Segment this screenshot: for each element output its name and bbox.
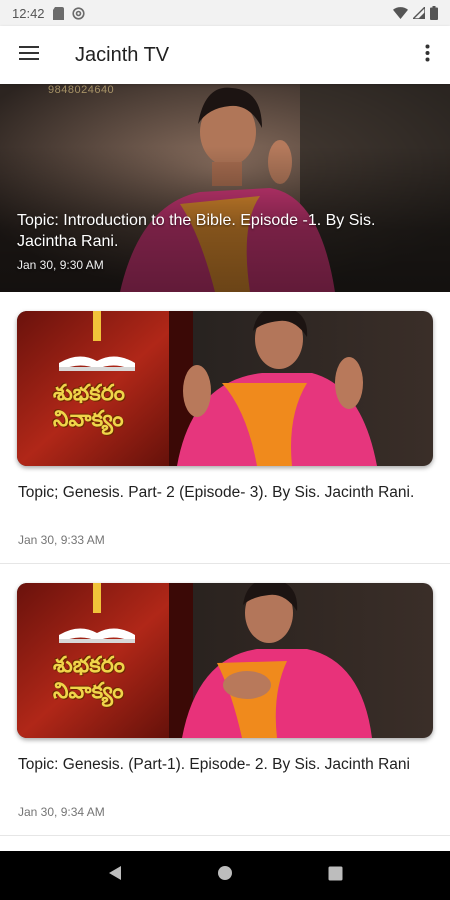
video-thumbnail-caption-line2: నివాక్యం (53, 678, 124, 703)
video-thumbnail-caption-line1: శుభకరం (53, 380, 125, 405)
video-card-date: Jan 30, 9:34 AM (18, 805, 105, 819)
app-bar: Jacinth TV (0, 26, 450, 84)
at-sign-icon (71, 6, 85, 20)
overflow-menu-button[interactable] (404, 26, 450, 84)
app-title: Jacinth TV (75, 43, 170, 66)
battery-icon (430, 6, 438, 20)
recents-button[interactable] (315, 856, 355, 896)
video-thumbnail-caption-line1: శుభకరం (53, 652, 125, 677)
wifi-icon (393, 7, 408, 19)
back-triangle-icon (107, 865, 123, 886)
featured-video[interactable]: 9848024640 Topic: Introduction to the Bi… (0, 84, 450, 292)
screen: 12:42 Jacinth TV Topic: Introduction to … (0, 0, 450, 900)
back-button[interactable] (95, 856, 135, 896)
video-thumbnail-caption-line2: నివాక్యం (53, 406, 124, 431)
video-thumbnail[interactable]: శుభకరం నివాక్యం (17, 311, 433, 466)
video-thumbnail[interactable]: శుభకరం నివాక్యం (17, 583, 433, 738)
sd-card-icon (52, 6, 64, 20)
video-card[interactable]: శుభకరం నివాక్యం Topic; Genesis. Part- 2 … (0, 292, 450, 564)
video-card-date: Jan 30, 9:33 AM (18, 533, 105, 547)
video-card-title: Topic: Genesis. (Part-1). Episode- 2. By… (18, 756, 410, 773)
recents-square-icon (328, 866, 343, 886)
video-card-title: Topic; Genesis. Part- 2 (Episode- 3). By… (18, 484, 415, 501)
home-circle-icon (217, 865, 233, 886)
featured-video-title: Topic: Introduction to the Bible. Episod… (17, 212, 376, 250)
more-vert-icon (425, 44, 430, 67)
signal-icon (413, 7, 425, 19)
system-nav-bar (0, 851, 450, 900)
status-time: 12:42 (12, 5, 45, 21)
menu-button[interactable] (0, 26, 58, 84)
home-button[interactable] (205, 856, 245, 896)
hamburger-menu-icon (19, 45, 39, 66)
status-bar: 12:42 (0, 0, 450, 26)
video-card[interactable]: శుభకరం నివాక్యం Topic: Genesis. (Part-1)… (0, 564, 450, 836)
featured-video-date: Jan 30, 9:30 AM (17, 258, 104, 272)
